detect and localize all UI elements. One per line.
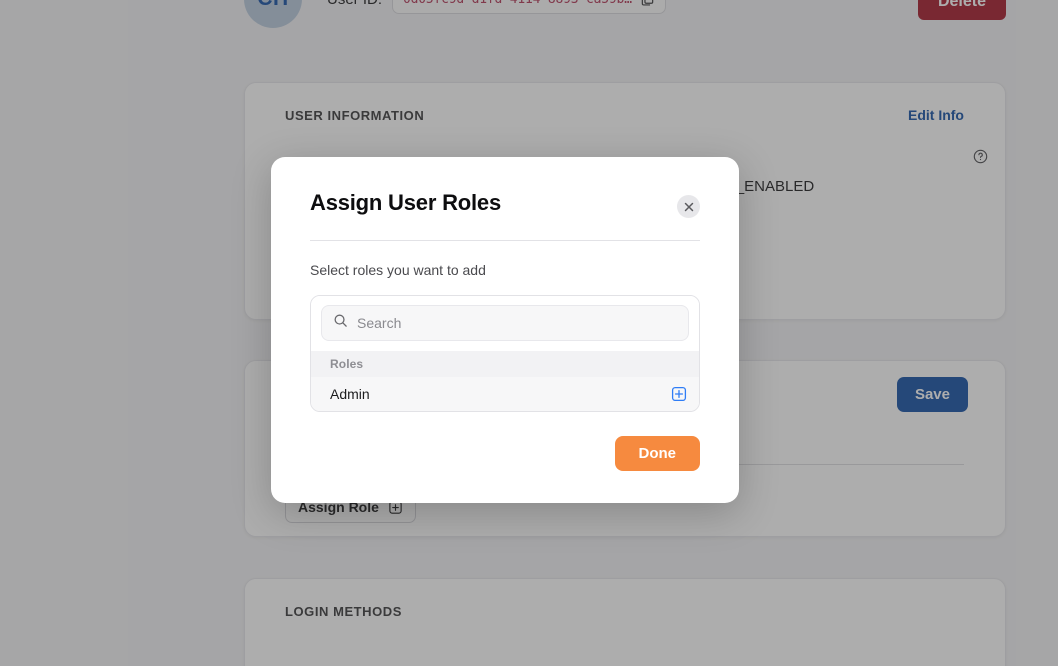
search-box[interactable]: [321, 305, 689, 341]
roles-picker: Roles Admin: [310, 295, 700, 412]
modal-title: Assign User Roles: [310, 191, 501, 215]
roles-group-header: Roles: [311, 351, 699, 377]
modal-divider: [310, 240, 700, 241]
modal-header: Assign User Roles: [271, 157, 739, 218]
modal-footer: Done: [615, 436, 701, 471]
plus-square-icon[interactable]: [671, 386, 687, 402]
list-item[interactable]: Admin: [311, 377, 699, 411]
app-root: CH User ID: 0d05fc9d-d1fd-4114-8893-ca59…: [0, 0, 1058, 666]
close-icon[interactable]: [677, 195, 700, 218]
search-input[interactable]: [357, 315, 677, 331]
search-icon: [333, 313, 348, 333]
role-name: Admin: [330, 386, 370, 402]
modal-subtitle: Select roles you want to add: [310, 262, 700, 278]
done-button[interactable]: Done: [615, 436, 701, 471]
search-row: [311, 296, 699, 351]
assign-user-roles-modal: Assign User Roles Select roles you want …: [271, 157, 739, 503]
